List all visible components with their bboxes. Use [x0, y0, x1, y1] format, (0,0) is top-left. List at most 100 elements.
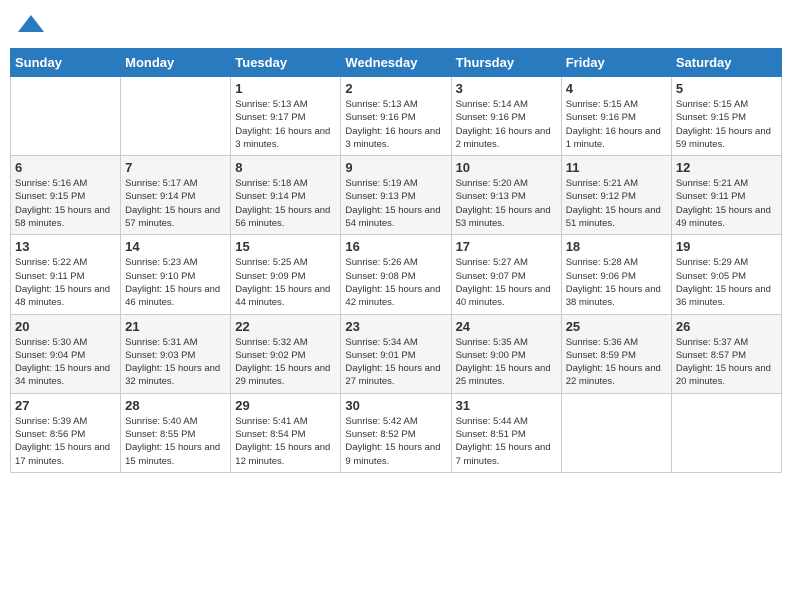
day-info: Sunrise: 5:17 AMSunset: 9:14 PMDaylight:…	[125, 177, 226, 230]
calendar-cell: 27 Sunrise: 5:39 AMSunset: 8:56 PMDayligh…	[11, 393, 121, 472]
calendar-cell	[121, 77, 231, 156]
day-number: 24	[456, 319, 557, 334]
day-number: 30	[345, 398, 446, 413]
calendar-cell: 1 Sunrise: 5:13 AMSunset: 9:17 PMDaylight…	[231, 77, 341, 156]
calendar-cell	[561, 393, 671, 472]
calendar-cell: 20Sunrise: 5:30 AMSunset: 9:04 PMDayligh…	[11, 314, 121, 393]
day-info: Sunrise: 5:25 AMSunset: 9:09 PMDaylight:…	[235, 256, 336, 309]
calendar-week-row: 13 Sunrise: 5:22 AMSunset: 9:11 PMDayligh…	[11, 235, 782, 314]
day-number: 1	[235, 81, 336, 96]
day-number: 15	[235, 239, 336, 254]
calendar-cell: 28 Sunrise: 5:40 AMSunset: 8:55 PMDayligh…	[121, 393, 231, 472]
day-info: Sunrise: 5:42 AMSunset: 8:52 PMDaylight:…	[345, 415, 446, 468]
day-info: Sunrise: 5:15 AMSunset: 9:16 PMDaylight:…	[566, 98, 667, 151]
day-info: Sunrise: 5:26 AMSunset: 9:08 PMDaylight:…	[345, 256, 446, 309]
calendar-cell: 23Sunrise: 5:34 AMSunset: 9:01 PMDayligh…	[341, 314, 451, 393]
calendar-cell: 12Sunrise: 5:21 AMSunset: 9:11 PMDayligh…	[671, 156, 781, 235]
day-info: Sunrise: 5:14 AMSunset: 9:16 PMDaylight:…	[456, 98, 557, 151]
day-number: 11	[566, 160, 667, 175]
day-of-week-header: Friday	[561, 49, 671, 77]
day-number: 28	[125, 398, 226, 413]
day-number: 9	[345, 160, 446, 175]
day-info: Sunrise: 5:44 AMSunset: 8:51 PMDaylight:…	[456, 415, 557, 468]
day-number: 19	[676, 239, 777, 254]
day-number: 23	[345, 319, 446, 334]
days-header-row: SundayMondayTuesdayWednesdayThursdayFrid…	[11, 49, 782, 77]
calendar-cell: 11 Sunrise: 5:21 AMSunset: 9:12 PMDayligh…	[561, 156, 671, 235]
calendar-cell: 16Sunrise: 5:26 AMSunset: 9:08 PMDayligh…	[341, 235, 451, 314]
day-info: Sunrise: 5:18 AMSunset: 9:14 PMDaylight:…	[235, 177, 336, 230]
day-number: 2	[345, 81, 446, 96]
calendar-cell: 30 Sunrise: 5:42 AMSunset: 8:52 PMDayligh…	[341, 393, 451, 472]
calendar-cell	[11, 77, 121, 156]
day-number: 25	[566, 319, 667, 334]
day-info: Sunrise: 5:15 AMSunset: 9:15 PMDaylight:…	[676, 98, 777, 151]
day-info: Sunrise: 5:30 AMSunset: 9:04 PMDaylight:…	[15, 336, 116, 389]
day-info: Sunrise: 5:32 AMSunset: 9:02 PMDaylight:…	[235, 336, 336, 389]
day-number: 8	[235, 160, 336, 175]
calendar: SundayMondayTuesdayWednesdayThursdayFrid…	[10, 48, 782, 473]
day-number: 10	[456, 160, 557, 175]
day-of-week-header: Tuesday	[231, 49, 341, 77]
day-info: Sunrise: 5:13 AMSunset: 9:16 PMDaylight:…	[345, 98, 446, 151]
day-info: Sunrise: 5:28 AMSunset: 9:06 PMDaylight:…	[566, 256, 667, 309]
calendar-cell: 9 Sunrise: 5:19 AMSunset: 9:13 PMDaylight…	[341, 156, 451, 235]
calendar-cell: 17 Sunrise: 5:27 AMSunset: 9:07 PMDayligh…	[451, 235, 561, 314]
day-info: Sunrise: 5:40 AMSunset: 8:55 PMDaylight:…	[125, 415, 226, 468]
day-number: 6	[15, 160, 116, 175]
day-number: 4	[566, 81, 667, 96]
day-number: 3	[456, 81, 557, 96]
day-info: Sunrise: 5:35 AMSunset: 9:00 PMDaylight:…	[456, 336, 557, 389]
calendar-cell: 29Sunrise: 5:41 AMSunset: 8:54 PMDayligh…	[231, 393, 341, 472]
day-info: Sunrise: 5:37 AMSunset: 8:57 PMDaylight:…	[676, 336, 777, 389]
calendar-cell: 18 Sunrise: 5:28 AMSunset: 9:06 PMDayligh…	[561, 235, 671, 314]
calendar-week-row: 27 Sunrise: 5:39 AMSunset: 8:56 PMDayligh…	[11, 393, 782, 472]
calendar-cell: 3 Sunrise: 5:14 AMSunset: 9:16 PMDaylight…	[451, 77, 561, 156]
day-number: 27	[15, 398, 116, 413]
day-info: Sunrise: 5:20 AMSunset: 9:13 PMDaylight:…	[456, 177, 557, 230]
day-of-week-header: Monday	[121, 49, 231, 77]
logo-icon	[16, 10, 46, 40]
day-info: Sunrise: 5:21 AMSunset: 9:11 PMDaylight:…	[676, 177, 777, 230]
day-of-week-header: Saturday	[671, 49, 781, 77]
day-of-week-header: Thursday	[451, 49, 561, 77]
calendar-week-row: 1 Sunrise: 5:13 AMSunset: 9:17 PMDaylight…	[11, 77, 782, 156]
day-info: Sunrise: 5:36 AMSunset: 8:59 PMDaylight:…	[566, 336, 667, 389]
calendar-cell: 8 Sunrise: 5:18 AMSunset: 9:14 PMDaylight…	[231, 156, 341, 235]
day-info: Sunrise: 5:23 AMSunset: 9:10 PMDaylight:…	[125, 256, 226, 309]
day-number: 14	[125, 239, 226, 254]
calendar-cell: 31Sunrise: 5:44 AMSunset: 8:51 PMDayligh…	[451, 393, 561, 472]
header	[10, 10, 782, 40]
day-info: Sunrise: 5:22 AMSunset: 9:11 PMDaylight:…	[15, 256, 116, 309]
day-number: 7	[125, 160, 226, 175]
day-number: 5	[676, 81, 777, 96]
calendar-week-row: 20Sunrise: 5:30 AMSunset: 9:04 PMDayligh…	[11, 314, 782, 393]
day-info: Sunrise: 5:31 AMSunset: 9:03 PMDaylight:…	[125, 336, 226, 389]
day-info: Sunrise: 5:19 AMSunset: 9:13 PMDaylight:…	[345, 177, 446, 230]
calendar-cell: 7 Sunrise: 5:17 AMSunset: 9:14 PMDaylight…	[121, 156, 231, 235]
calendar-cell: 14 Sunrise: 5:23 AMSunset: 9:10 PMDayligh…	[121, 235, 231, 314]
calendar-cell: 21 Sunrise: 5:31 AMSunset: 9:03 PMDayligh…	[121, 314, 231, 393]
day-of-week-header: Sunday	[11, 49, 121, 77]
day-number: 17	[456, 239, 557, 254]
calendar-cell: 13 Sunrise: 5:22 AMSunset: 9:11 PMDayligh…	[11, 235, 121, 314]
day-number: 22	[235, 319, 336, 334]
day-info: Sunrise: 5:13 AMSunset: 9:17 PMDaylight:…	[235, 98, 336, 151]
day-number: 29	[235, 398, 336, 413]
day-number: 18	[566, 239, 667, 254]
day-number: 21	[125, 319, 226, 334]
calendar-cell: 24 Sunrise: 5:35 AMSunset: 9:00 PMDayligh…	[451, 314, 561, 393]
day-info: Sunrise: 5:16 AMSunset: 9:15 PMDaylight:…	[15, 177, 116, 230]
calendar-cell: 26Sunrise: 5:37 AMSunset: 8:57 PMDayligh…	[671, 314, 781, 393]
day-of-week-header: Wednesday	[341, 49, 451, 77]
logo	[14, 10, 46, 40]
calendar-cell: 15 Sunrise: 5:25 AMSunset: 9:09 PMDayligh…	[231, 235, 341, 314]
calendar-cell: 25 Sunrise: 5:36 AMSunset: 8:59 PMDayligh…	[561, 314, 671, 393]
calendar-cell: 6 Sunrise: 5:16 AMSunset: 9:15 PMDaylight…	[11, 156, 121, 235]
day-info: Sunrise: 5:21 AMSunset: 9:12 PMDaylight:…	[566, 177, 667, 230]
day-info: Sunrise: 5:27 AMSunset: 9:07 PMDaylight:…	[456, 256, 557, 309]
calendar-cell: 22 Sunrise: 5:32 AMSunset: 9:02 PMDayligh…	[231, 314, 341, 393]
day-info: Sunrise: 5:39 AMSunset: 8:56 PMDaylight:…	[15, 415, 116, 468]
calendar-cell: 4 Sunrise: 5:15 AMSunset: 9:16 PMDaylight…	[561, 77, 671, 156]
day-number: 13	[15, 239, 116, 254]
